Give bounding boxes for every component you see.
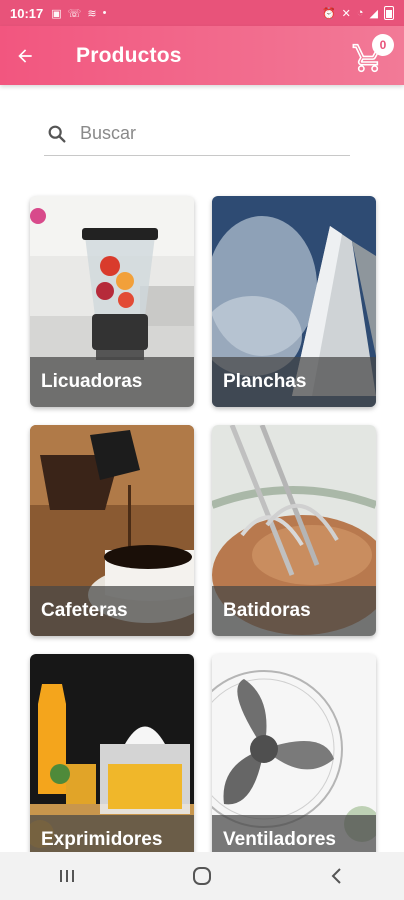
cart-count-badge: 0 [372, 34, 394, 56]
category-label: Exprimidores [41, 829, 163, 850]
cart-button[interactable]: 0 [352, 34, 394, 74]
search-icon[interactable] [44, 121, 70, 147]
recent-apps-button[interactable] [37, 852, 97, 900]
category-card-ventiladores[interactable]: Ventiladores [212, 654, 376, 865]
back-icon [331, 868, 341, 884]
image-icon: ▣ [51, 7, 62, 20]
category-label: Batidoras [223, 600, 311, 621]
category-card-exprimidores[interactable]: Exprimidores [30, 654, 194, 865]
status-bar: 10:17 ▣ ☏ ≋ • ⏰ ✕ ◔ ◢ [0, 0, 404, 26]
mute-icon: ✕ [341, 7, 351, 20]
home-button[interactable] [172, 852, 232, 900]
status-time: 10:17 [10, 5, 44, 21]
battery-icon [384, 6, 394, 20]
app-bar: Productos 0 [0, 26, 404, 85]
home-icon [192, 867, 211, 885]
category-card-licuadoras[interactable]: Licuadoras [30, 196, 194, 407]
category-label: Licuadoras [41, 371, 143, 392]
category-label: Ventiladores [223, 829, 336, 850]
category-label: Planchas [223, 371, 307, 392]
back-nav-button[interactable] [307, 852, 367, 900]
wifi-calling-icon: ☏ [67, 7, 82, 20]
system-nav-bar [0, 852, 404, 900]
wifi-icon: ◔ [356, 7, 364, 19]
category-label: Cafeteras [41, 600, 128, 621]
category-card-cafeteras[interactable]: Cafeteras [30, 425, 194, 636]
search-input[interactable] [80, 123, 330, 144]
search-bar [44, 112, 350, 156]
recent-apps-icon [60, 870, 75, 882]
volte-icon: ≋ [87, 7, 97, 20]
category-card-batidoras[interactable]: Batidoras [212, 425, 376, 636]
signal-icon: ◢ [369, 7, 378, 20]
dot-icon: • [102, 6, 107, 19]
alarm-icon: ⏰ [321, 7, 336, 20]
category-card-planchas[interactable]: Planchas [212, 196, 376, 407]
back-button[interactable] [0, 26, 50, 85]
arrow-left-icon [18, 48, 32, 63]
page-title: Productos [76, 43, 182, 67]
